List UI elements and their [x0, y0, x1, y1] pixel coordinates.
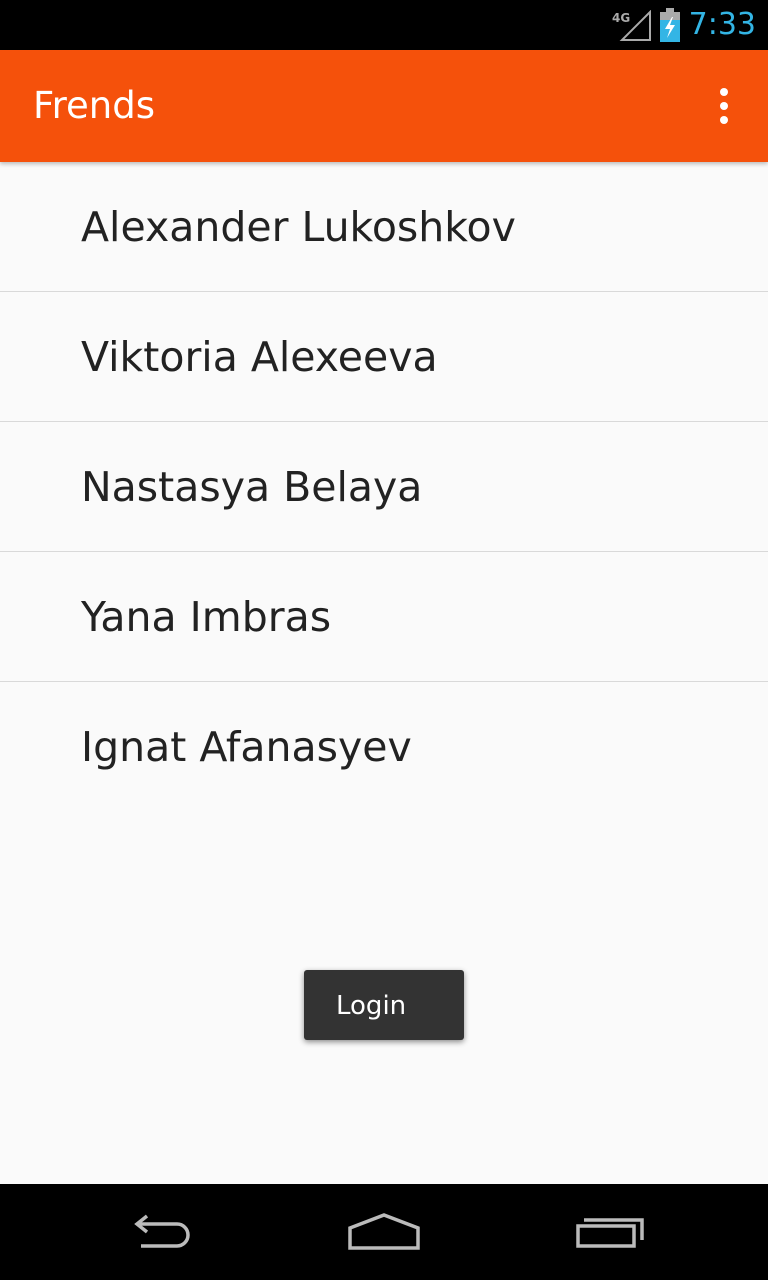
- status-bar: 4G 7:33: [0, 0, 768, 50]
- friend-list-item[interactable]: Yana Imbras: [0, 552, 768, 682]
- action-bar-title: Frends: [33, 84, 155, 127]
- friend-name: Alexander Lukoshkov: [81, 203, 516, 251]
- friend-list: Alexander Lukoshkov Viktoria Alexeeva Na…: [0, 162, 768, 811]
- friend-list-item[interactable]: Viktoria Alexeeva: [0, 292, 768, 422]
- back-icon: [134, 1214, 190, 1248]
- friend-list-item[interactable]: Nastasya Belaya: [0, 422, 768, 552]
- recents-icon: [576, 1218, 644, 1248]
- friend-name: Ignat Afanasyev: [81, 723, 412, 771]
- network-type-label: 4G: [612, 11, 630, 25]
- signal-4g-icon: 4G: [612, 10, 651, 41]
- friend-name: Viktoria Alexeeva: [81, 333, 438, 381]
- login-button[interactable]: Login: [304, 970, 464, 1040]
- overflow-menu-icon: [720, 88, 728, 124]
- action-bar: Frends: [0, 50, 768, 162]
- home-icon: [348, 1213, 420, 1250]
- app-screen: 4G 7:33 Frends Alexander Lukoshkov Vikto…: [0, 0, 768, 1280]
- battery-charging-icon: [660, 8, 680, 42]
- friend-list-item[interactable]: Ignat Afanasyev: [0, 682, 768, 811]
- home-button[interactable]: [304, 1184, 464, 1280]
- friend-list-item[interactable]: Alexander Lukoshkov: [0, 162, 768, 292]
- navigation-bar: [0, 1184, 768, 1280]
- status-time: 7:33: [688, 7, 756, 42]
- overflow-menu-button[interactable]: [700, 80, 748, 132]
- friend-name: Nastasya Belaya: [81, 463, 423, 511]
- friend-name: Yana Imbras: [81, 593, 332, 641]
- recents-button[interactable]: [530, 1184, 690, 1280]
- back-button[interactable]: [80, 1184, 240, 1280]
